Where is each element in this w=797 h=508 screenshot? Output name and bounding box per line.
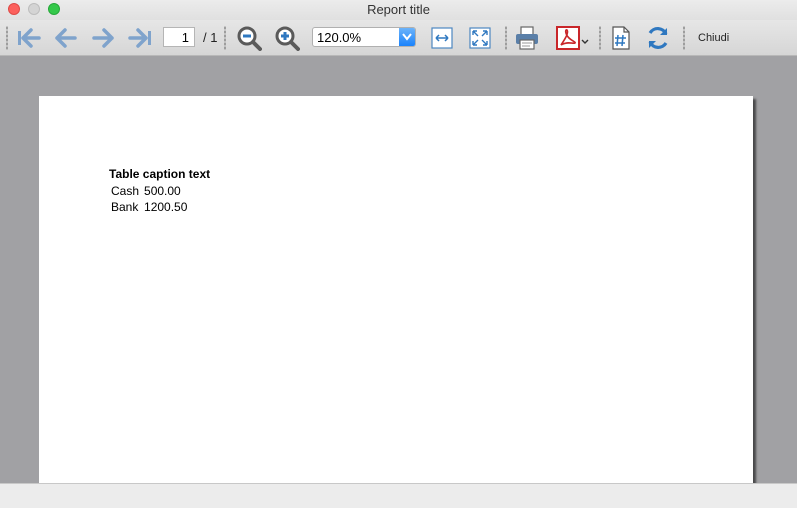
first-page-button[interactable]: [16, 25, 42, 51]
pdf-icon: [556, 26, 589, 50]
toolbar-separator: [683, 26, 685, 50]
next-page-button[interactable]: [90, 25, 116, 51]
toolbar-separator: [505, 26, 507, 50]
toolbar: / 1 120.0%: [0, 20, 797, 56]
printer-icon: [516, 26, 538, 50]
fit-width-icon: [431, 27, 453, 49]
table-caption: Table caption text: [109, 167, 211, 181]
account-cell: Cash: [111, 184, 140, 198]
title-bar: Report title: [0, 0, 797, 20]
reload-button[interactable]: [645, 25, 671, 51]
amount-cell: 1200.50: [144, 200, 188, 214]
toolbar-separator: [224, 26, 226, 50]
page-total-label: / 1: [203, 30, 218, 45]
reload-icon: [648, 27, 668, 49]
document-hash-icon: [612, 26, 630, 50]
arrow-left-bar-icon: [18, 28, 41, 48]
zoom-select[interactable]: 120.0%: [312, 27, 416, 47]
fit-page-button[interactable]: [467, 25, 493, 51]
account-cell: Bank: [111, 200, 139, 214]
previous-page-button[interactable]: [53, 25, 79, 51]
fit-width-button[interactable]: [429, 25, 455, 51]
report-table: Cash 500.00 Bank 1200.50: [109, 184, 190, 216]
page-numbers-button[interactable]: [608, 25, 634, 51]
dropdown-arrow-icon[interactable]: [399, 28, 415, 46]
close-button[interactable]: Chiudi: [698, 32, 729, 44]
export-pdf-button[interactable]: [555, 25, 591, 51]
zoom-out-button[interactable]: [236, 25, 262, 51]
amount-cell: 500.00: [144, 184, 181, 198]
zoom-in-icon: [275, 26, 300, 51]
report-viewer[interactable]: Table caption text Cash 500.00 Bank 1200…: [0, 56, 797, 483]
table-row: Cash 500.00: [109, 184, 190, 200]
table-row: Bank 1200.50: [109, 200, 190, 216]
window-title: Report title: [367, 2, 430, 17]
report-page: Table caption text Cash 500.00 Bank 1200…: [39, 96, 753, 483]
toolbar-grip[interactable]: [6, 26, 8, 50]
zoom-out-icon: [237, 26, 262, 51]
arrow-right-bar-icon: [128, 28, 151, 48]
arrow-left-icon: [55, 28, 77, 48]
arrow-right-icon: [92, 28, 114, 48]
fit-page-icon: [469, 27, 491, 49]
page-number-input[interactable]: [163, 27, 195, 47]
toolbar-separator: [599, 26, 601, 50]
zoom-in-button[interactable]: [274, 25, 300, 51]
last-page-button[interactable]: [127, 25, 153, 51]
print-button[interactable]: [514, 25, 540, 51]
status-bar: [0, 483, 797, 508]
zoom-value: 120.0%: [317, 30, 362, 45]
